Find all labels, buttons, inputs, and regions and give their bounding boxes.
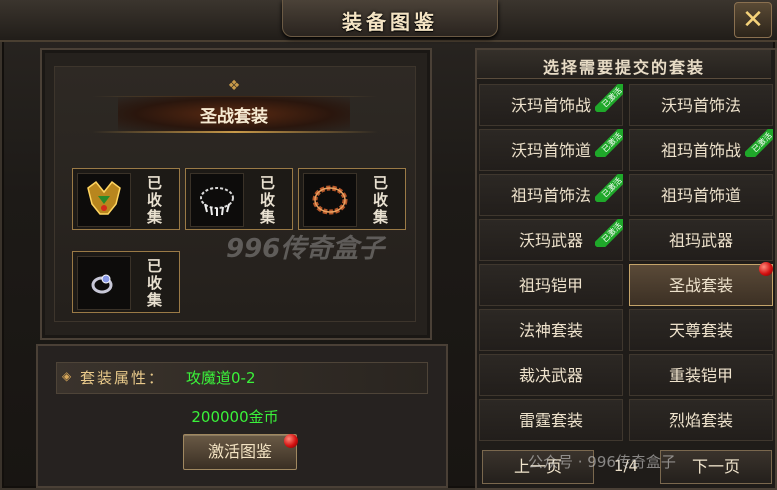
set-button[interactable]: 烈焰套装	[629, 399, 773, 441]
set-button[interactable]: 沃玛首饰法	[629, 84, 773, 126]
diamond-icon: ◈	[62, 369, 72, 383]
activation-cost: 200000金币	[191, 408, 279, 426]
title-plate: 装备图鉴	[282, 0, 498, 37]
attribute-label: 套装属性：	[80, 369, 166, 387]
set-button[interactable]: 裁决武器	[479, 354, 623, 396]
collected-status: 已收集	[147, 174, 163, 226]
activated-badge-label: 已激活	[595, 129, 623, 157]
item-card[interactable]: 已收集	[72, 168, 180, 230]
close-button[interactable]: ✕	[734, 2, 772, 38]
divider	[92, 131, 378, 133]
activated-badge: 已激活	[745, 129, 773, 157]
activate-button[interactable]: 激活图鉴	[183, 434, 297, 470]
attribute-value: 攻魔道0-2	[186, 369, 256, 387]
set-button[interactable]: 圣战套装	[629, 264, 773, 306]
helmet-icon	[77, 173, 131, 227]
set-title: 圣战套装	[200, 107, 268, 127]
item-card[interactable]: 已收集	[72, 251, 180, 313]
next-page-button[interactable]: 下一页	[660, 450, 772, 484]
set-button[interactable]: 雷霆套装	[479, 399, 623, 441]
window-title: 装备图鉴	[342, 10, 438, 34]
set-list-title: 选择需要提交的套装	[542, 58, 705, 77]
activated-badge-label: 已激活	[595, 174, 623, 202]
necklace-icon	[190, 173, 244, 227]
set-button[interactable]: 重装铠甲	[629, 354, 773, 396]
ornament-icon: ❖	[227, 78, 241, 94]
set-button[interactable]: 祖玛铠甲	[479, 264, 623, 306]
activated-badge-label: 已激活	[595, 219, 623, 247]
ring-icon	[77, 256, 131, 310]
bracelet-icon	[303, 173, 357, 227]
activated-badge: 已激活	[595, 174, 623, 202]
notification-dot-icon	[284, 434, 298, 448]
item-card[interactable]: 已收集	[298, 168, 406, 230]
collected-status: 已收集	[147, 257, 163, 309]
watermark: 996传奇盒子	[226, 234, 385, 264]
item-card[interactable]: 已收集	[185, 168, 293, 230]
notification-dot-icon	[759, 262, 773, 276]
set-button[interactable]: 法神套装	[479, 309, 623, 351]
activated-badge-label: 已激活	[595, 84, 623, 112]
collected-status: 已收集	[373, 174, 389, 226]
footer-watermark: 公众号 · 996传奇盒子	[528, 453, 676, 471]
set-button[interactable]: 天尊套装	[629, 309, 773, 351]
activated-badge: 已激活	[595, 219, 623, 247]
activated-badge: 已激活	[595, 84, 623, 112]
activated-badge: 已激活	[595, 129, 623, 157]
set-button[interactable]: 祖玛首饰道	[629, 174, 773, 216]
collected-status: 已收集	[260, 174, 276, 226]
activated-badge-label: 已激活	[745, 129, 773, 157]
set-button[interactable]: 祖玛武器	[629, 219, 773, 261]
